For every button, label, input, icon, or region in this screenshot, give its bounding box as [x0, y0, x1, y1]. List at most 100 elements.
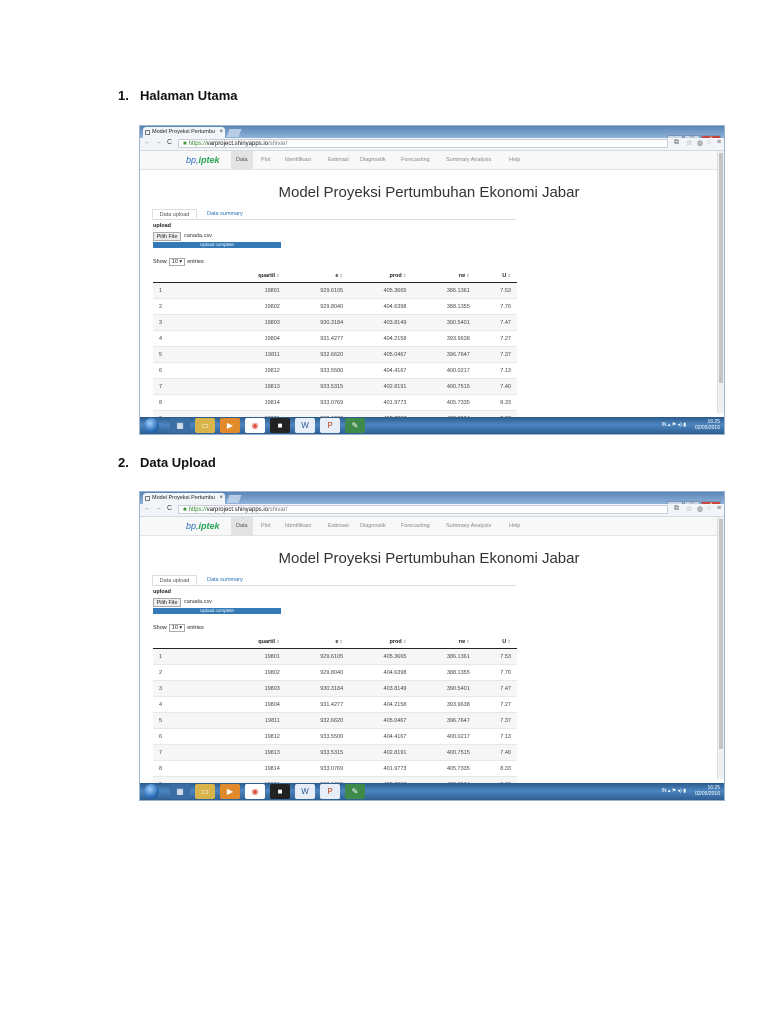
system-tray-icons[interactable]: IN ▴ ⚑ ◂) ▮ — [662, 788, 686, 794]
word-icon[interactable]: W — [295, 418, 315, 433]
table-cell: 7.40 — [475, 378, 517, 395]
tab-data-upload[interactable]: Data upload — [152, 575, 197, 585]
table-row: 2 19802 929.8040 404.6398 388.1355 7.70 — [153, 298, 517, 315]
nav-item-identifikasi[interactable]: Identifikasi — [285, 517, 311, 535]
powerpoint-icon[interactable]: P — [320, 784, 340, 799]
media-player-icon[interactable]: ▶ — [220, 784, 240, 799]
choose-file-button[interactable]: Pilih File — [153, 598, 181, 607]
table-cell: 19814 — [225, 760, 286, 777]
column-header[interactable]: prod⇕ — [349, 635, 413, 649]
browser-tab[interactable]: Model Proyeksi Pertumbu × — [143, 493, 225, 504]
clock[interactable]: 16:25 02/05/2016 — [695, 419, 720, 431]
choose-file-button[interactable]: Pilih File — [153, 232, 181, 241]
close-tab-icon[interactable]: × — [219, 127, 223, 138]
bookmark-star-icon[interactable]: ☆ — [686, 139, 692, 147]
back-icon[interactable]: ← — [144, 505, 151, 512]
scrollbar-thumb[interactable] — [719, 519, 723, 749]
extension-icon[interactable]: ◍ — [697, 139, 703, 147]
nav-item-diagnostik[interactable]: Diagnostik — [360, 151, 386, 169]
app-icon-green[interactable]: ✎ — [345, 784, 365, 799]
section-number: 1. — [118, 88, 129, 103]
column-header[interactable]: e⇕ — [285, 635, 350, 649]
new-tab-button[interactable] — [226, 129, 242, 137]
powerpoint-icon[interactable]: P — [320, 418, 340, 433]
start-button[interactable] — [144, 784, 159, 799]
back-icon[interactable]: ← — [144, 139, 151, 146]
table-cell: 401.9773 — [349, 394, 413, 411]
reload-icon[interactable]: C — [167, 505, 172, 512]
table-cell: 400.0217 — [412, 728, 476, 745]
console-icon[interactable]: ■ — [270, 418, 290, 433]
column-header[interactable]: quartil⇕ — [225, 269, 286, 283]
folder-icon[interactable]: ▭ — [195, 418, 215, 433]
word-icon[interactable]: W — [295, 784, 315, 799]
folder-icon[interactable]: ▭ — [195, 784, 215, 799]
screenshot-upload: Model Proyeksi Pertumbu× –□× ← → C ■http… — [139, 491, 725, 801]
menu-icon[interactable]: ≡ — [717, 505, 721, 512]
nav-item-forecasting[interactable]: Forecasting — [401, 517, 430, 535]
chrome-icon[interactable]: ◉ — [245, 784, 265, 799]
close-tab-icon[interactable]: × — [219, 493, 223, 504]
tab-data-upload[interactable]: Data upload — [152, 209, 197, 219]
nav-item-forecasting[interactable]: Forecasting — [401, 151, 430, 169]
menu-icon[interactable]: ≡ — [717, 139, 721, 146]
vertical-scrollbar[interactable] — [717, 517, 724, 779]
entries-select[interactable]: 10 ▾ — [168, 258, 186, 266]
translate-icon[interactable]: ⧉ — [674, 139, 679, 147]
tab-data-summary[interactable]: Data summary — [207, 209, 243, 219]
table-cell: 19812 — [225, 728, 286, 745]
column-header[interactable] — [153, 635, 225, 649]
table-cell: 405.0467 — [349, 346, 413, 363]
reload-icon[interactable]: C — [167, 139, 172, 146]
forward-icon[interactable]: → — [155, 505, 162, 512]
app-icon-library[interactable]: ▦ — [170, 784, 190, 799]
nav-item-plot[interactable]: Plot — [261, 517, 270, 535]
console-icon[interactable]: ■ — [270, 784, 290, 799]
shield-icon[interactable]: ◌ — [707, 505, 711, 512]
column-header[interactable]: quartil⇕ — [225, 635, 286, 649]
nav-item-data[interactable]: Data — [231, 517, 253, 535]
column-header[interactable]: rw⇕ — [412, 635, 476, 649]
app-icon-library[interactable]: ▦ — [170, 418, 190, 433]
column-header[interactable]: e⇕ — [285, 269, 350, 283]
column-header[interactable]: prod⇕ — [349, 269, 413, 283]
nav-item-diagnostik[interactable]: Diagnostik — [360, 517, 386, 535]
nav-item-summary-analysis[interactable]: Summary Analysis — [446, 517, 491, 535]
start-button[interactable] — [144, 418, 159, 433]
column-header[interactable] — [153, 269, 225, 283]
nav-item-help[interactable]: Help — [509, 151, 520, 169]
clock[interactable]: 16:25 02/05/2016 — [695, 785, 720, 797]
table-row: 1 19801 929.6105 405.3665 386.1361 7.53 — [153, 648, 517, 665]
app-icon-green[interactable]: ✎ — [345, 418, 365, 433]
translate-icon[interactable]: ⧉ — [674, 505, 679, 513]
column-header[interactable]: U⇕ — [475, 269, 517, 283]
bookmark-star-icon[interactable]: ☆ — [686, 505, 692, 513]
url-path: /shivar/ — [268, 141, 288, 147]
table-cell: 7.40 — [475, 744, 517, 761]
system-tray-icons[interactable]: IN ▴ ⚑ ◂) ▮ — [662, 422, 686, 428]
scrollbar-thumb[interactable] — [719, 153, 723, 383]
nav-item-estimasi[interactable]: Estimasi — [328, 517, 349, 535]
url-field[interactable]: ■ https://varproject.shinyapps.io/shivar/ — [178, 139, 668, 148]
column-header[interactable]: U⇕ — [475, 635, 517, 649]
table-cell: 6 — [153, 362, 225, 379]
tab-data-summary[interactable]: Data summary — [207, 575, 243, 585]
vertical-scrollbar[interactable] — [717, 151, 724, 413]
column-header[interactable]: rw⇕ — [412, 269, 476, 283]
shield-icon[interactable]: ◌ — [707, 139, 711, 146]
nav-item-plot[interactable]: Plot — [261, 151, 270, 169]
nav-item-estimasi[interactable]: Estimasi — [328, 151, 349, 169]
url-field[interactable]: ■ https://varproject.shinyapps.io/shivar/ — [178, 505, 668, 514]
nav-item-data[interactable]: Data — [231, 151, 253, 169]
extension-icon[interactable]: ◍ — [697, 505, 703, 513]
table-cell: 19801 — [225, 282, 286, 299]
media-player-icon[interactable]: ▶ — [220, 418, 240, 433]
nav-item-identifikasi[interactable]: Identifikasi — [285, 151, 311, 169]
chrome-icon[interactable]: ◉ — [245, 418, 265, 433]
new-tab-button[interactable] — [226, 495, 242, 503]
nav-item-help[interactable]: Help — [509, 517, 520, 535]
forward-icon[interactable]: → — [155, 139, 162, 146]
entries-select[interactable]: 10 ▾ — [168, 624, 186, 632]
browser-tab[interactable]: Model Proyeksi Pertumbu × — [143, 127, 225, 138]
nav-item-summary-analysis[interactable]: Summary Analysis — [446, 151, 491, 169]
